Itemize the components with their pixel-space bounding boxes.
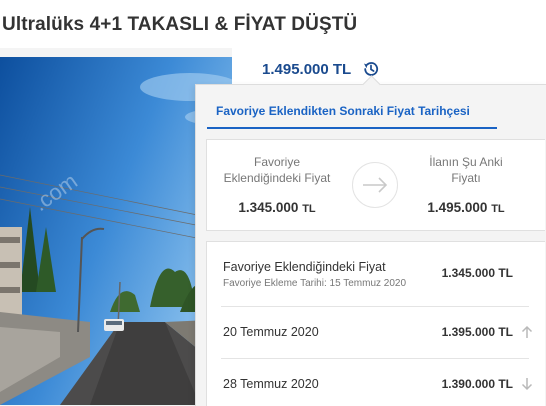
comparison-left-label-2: Eklendiğindeki Fiyat — [223, 171, 331, 185]
history-entry-sub: Favoriye Ekleme Tarihi: 15 Temmuz 2020 — [223, 278, 407, 289]
arrow-right-icon — [352, 162, 398, 208]
arrow-up-icon — [521, 325, 533, 339]
price-comparison-card: Favoriye Eklendiğindeki Fiyat 1.345.000 … — [206, 139, 545, 231]
comparison-right-label-1: İlanın Şu Anki — [429, 155, 503, 169]
history-entry-price: 1.390.000 TL — [441, 377, 513, 391]
tab-price-history[interactable]: Favoriye Eklendikten Sonraki Fiyat Tarih… — [207, 97, 497, 129]
listing-header: Ultralüks 4+1 TAKASLI & FİYAT DÜŞTÜ — [0, 0, 546, 48]
listing-title: Ultralüks 4+1 TAKASLI & FİYAT DÜŞTÜ — [2, 14, 358, 35]
comparison-right-label-2: Fiyatı — [451, 171, 481, 185]
row-divider — [221, 306, 529, 307]
tab-label: Favoriye Eklendikten Sonraki Fiyat Tarih… — [216, 104, 470, 118]
price-row: 1.495.000 TL — [262, 59, 380, 79]
comparison-right-value: 1.495.000 TL — [427, 200, 505, 215]
history-entry-label: 28 Temmuz 2020 — [223, 377, 319, 391]
comparison-current-price: İlanın Şu Anki Fiyatı 1.495.000 TL — [396, 154, 536, 215]
list-item: Favoriye Eklendiğindeki Fiyat Favoriye E… — [221, 260, 529, 290]
history-entry-label: 20 Temmuz 2020 — [223, 325, 319, 339]
history-entry-price: 1.345.000 TL — [441, 266, 513, 280]
comparison-left-value: 1.345.000 TL — [238, 200, 316, 215]
comparison-left-label-1: Favoriye — [253, 155, 300, 169]
list-item: 28 Temmuz 2020 1.390.000 TL — [221, 376, 533, 394]
current-price: 1.495.000 TL — [262, 60, 352, 78]
list-item: 20 Temmuz 2020 1.395.000 TL — [221, 324, 533, 342]
history-entry-label: Favoriye Eklendiğindeki Fiyat — [223, 260, 386, 274]
price-history-list: Favoriye Eklendiğindeki Fiyat Favoriye E… — [206, 241, 545, 406]
arrow-down-icon — [521, 377, 533, 391]
comparison-added-price: Favoriye Eklendiğindeki Fiyat 1.345.000 … — [207, 154, 347, 215]
history-entry-price: 1.395.000 TL — [441, 325, 513, 339]
row-divider — [221, 358, 529, 359]
